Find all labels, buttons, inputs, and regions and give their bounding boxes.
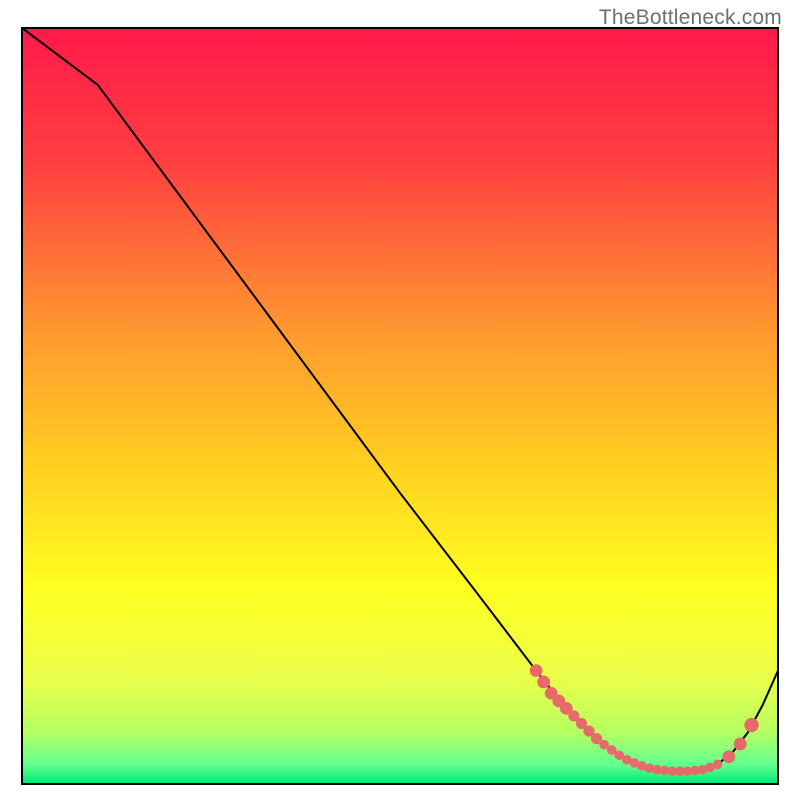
chart-container: TheBottleneck.com [0,0,800,800]
highlight-marker [722,750,735,763]
highlight-marker [713,760,723,770]
chart-background [22,28,778,784]
bottleneck-chart [0,0,800,800]
highlight-marker [530,664,543,677]
highlight-marker [744,718,758,732]
highlight-marker [537,676,550,689]
highlight-marker [734,738,747,751]
